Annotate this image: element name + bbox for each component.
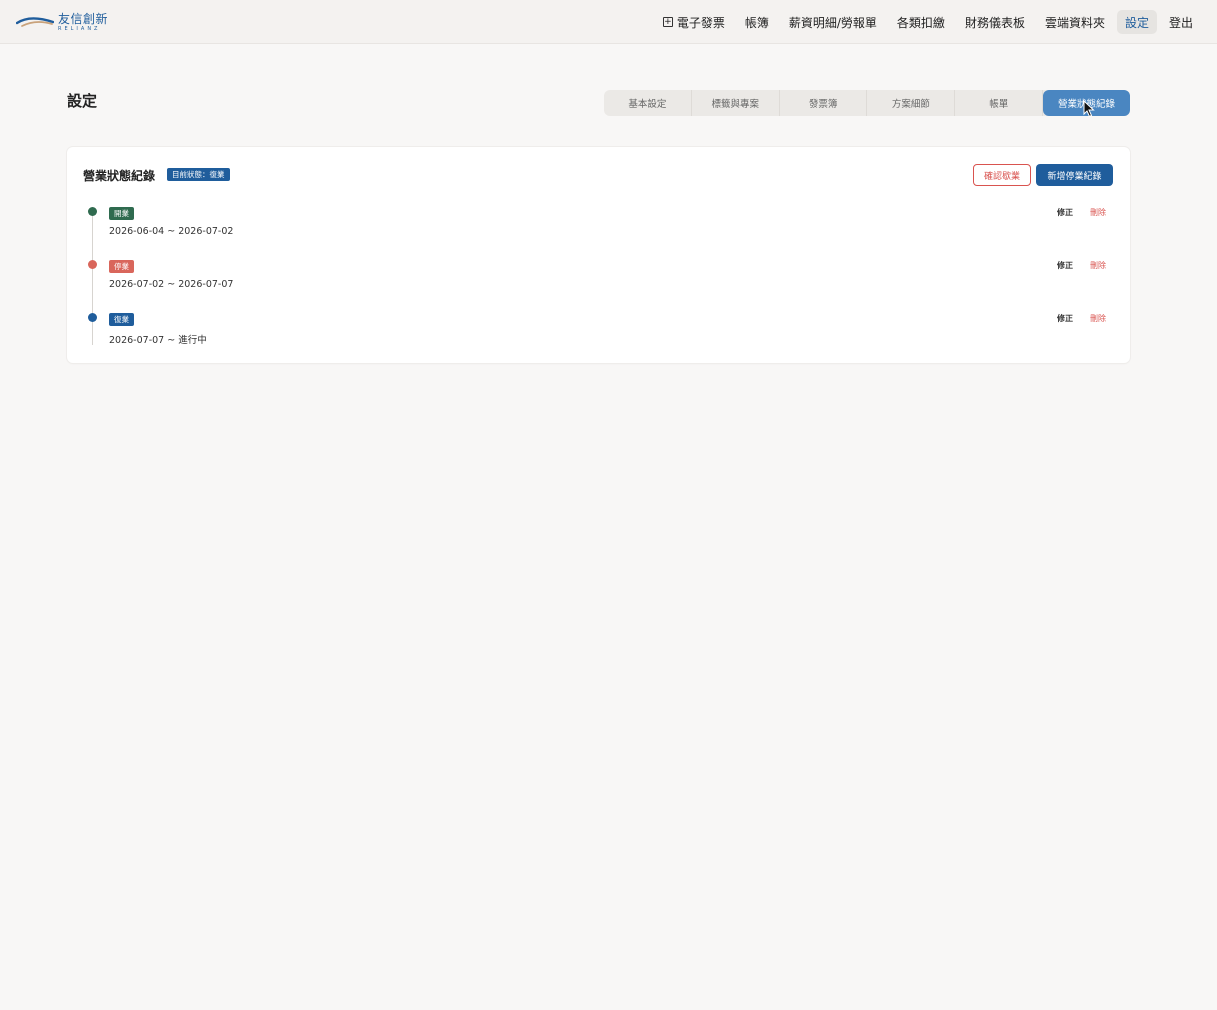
top-navbar: 友信創新 RELIANZ + 電子發票 帳簿 薪資明細/勞報單 各類扣繳 財務儀… (0, 0, 1217, 44)
record-date-range: 2026-07-02 ~ 2026-07-07 (109, 279, 234, 290)
nav-item-e-invoice[interactable]: + 電子發票 (655, 10, 733, 34)
timeline-dot (88, 260, 97, 269)
status-record: 開業 2026-06-04 ~ 2026-07-02 修正 刪除 (67, 207, 1130, 247)
brand-name-en: RELIANZ (58, 25, 101, 32)
nav-item-label: 各類扣繳 (896, 15, 945, 30)
nav-item-logout[interactable]: 登出 (1161, 10, 1201, 34)
card-title: 營業狀態紀錄 (83, 169, 156, 183)
add-suspension-record-button[interactable]: 新增停業紀錄 (1036, 164, 1113, 186)
settings-tabs: 基本設定 標籤與專案 發票簿 方案細節 帳單 營業狀態紀錄 (604, 90, 1130, 116)
page-title: 設定 (67, 92, 98, 110)
brand-name-zh: 友信創新 (58, 11, 109, 26)
record-date-range: 2026-06-04 ~ 2026-07-02 (109, 226, 234, 237)
delete-record-link[interactable]: 刪除 (1090, 207, 1106, 218)
plus-box-icon: + (662, 16, 673, 27)
tab-tags-projects[interactable]: 標籤與專案 (692, 90, 780, 116)
confirm-close-business-button[interactable]: 確認歇業 (973, 164, 1031, 186)
nav-item-label: 薪資明細/勞報單 (788, 15, 877, 30)
nav-item-label: 登出 (1168, 15, 1193, 30)
edit-record-link[interactable]: 修正 (1057, 313, 1073, 324)
brand-swoosh-icon (16, 17, 54, 27)
tab-billing[interactable]: 帳單 (955, 90, 1044, 116)
tab-basic-settings[interactable]: 基本設定 (604, 90, 692, 116)
tab-invoice-books[interactable]: 發票簿 (780, 90, 868, 116)
current-status-badge: 目前狀態：復業 (167, 168, 230, 181)
timeline-dot (88, 207, 97, 216)
mouse-cursor-icon (1083, 100, 1095, 118)
delete-record-link[interactable]: 刪除 (1090, 313, 1106, 324)
nav-item-label: 電子發票 (676, 15, 725, 30)
record-status-badge: 停業 (109, 260, 134, 273)
record-status-badge: 復業 (109, 313, 134, 326)
edit-record-link[interactable]: 修正 (1057, 260, 1073, 271)
nav-item-label: 帳簿 (744, 15, 769, 30)
nav-item-cloud-folder[interactable]: 雲端資料夾 (1037, 10, 1113, 34)
nav-item-finance-dashboard[interactable]: 財務儀表板 (957, 10, 1033, 34)
nav-item-settings[interactable]: 設定 (1116, 10, 1157, 34)
nav-item-label: 財務儀表板 (964, 15, 1025, 30)
status-record: 復業 2026-07-07 ~ 進行中 修正 刪除 (67, 313, 1130, 353)
record-status-badge: 開業 (109, 207, 134, 220)
timeline-dot (88, 313, 97, 322)
nav-item-label: 雲端資料夾 (1044, 15, 1105, 30)
nav-item-withholding[interactable]: 各類扣繳 (889, 10, 953, 34)
main-nav: + 電子發票 帳簿 薪資明細/勞報單 各類扣繳 財務儀表板 雲端資料夾 設定 登… (655, 10, 1201, 34)
record-date-range: 2026-07-07 ~ 進行中 (109, 335, 207, 346)
status-record: 停業 2026-07-02 ~ 2026-07-07 修正 刪除 (67, 260, 1130, 300)
nav-item-ledger[interactable]: 帳簿 (737, 10, 777, 34)
brand-logo[interactable]: 友信創新 RELIANZ (16, 10, 108, 34)
delete-record-link[interactable]: 刪除 (1090, 260, 1106, 271)
brand-text: 友信創新 RELIANZ (58, 13, 108, 32)
edit-record-link[interactable]: 修正 (1057, 207, 1073, 218)
nav-item-label: 設定 (1124, 15, 1149, 30)
tab-plan-details[interactable]: 方案細節 (867, 90, 956, 116)
business-status-card: 營業狀態紀錄 目前狀態：復業 確認歇業 新增停業紀錄 開業 2026-06-04… (67, 147, 1130, 363)
nav-item-payroll[interactable]: 薪資明細/勞報單 (781, 10, 885, 34)
